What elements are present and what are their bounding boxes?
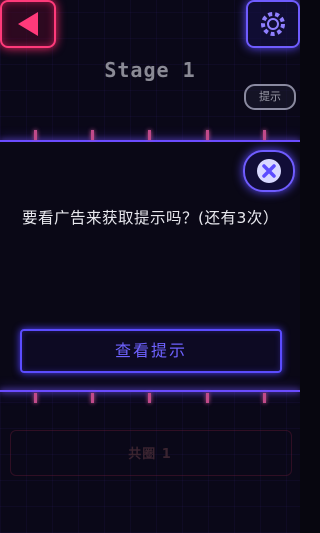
gear-icon [261, 12, 285, 36]
back-button[interactable] [0, 0, 56, 48]
close-icon [257, 159, 281, 183]
tick-mark [263, 393, 266, 403]
bottom-neon-line [0, 390, 300, 392]
tick-mark [91, 130, 94, 140]
tick-mark [206, 393, 209, 403]
tick-mark [148, 130, 151, 140]
bottom-label: 共圈 1 [128, 447, 172, 462]
tick-mark [91, 393, 94, 403]
tick-mark [263, 130, 266, 140]
watch-hint-button[interactable]: 查看提示 [20, 329, 282, 373]
tick-mark [206, 130, 209, 140]
hint-button[interactable]: 提示 [244, 84, 296, 110]
hint-dialog: 要看广告来获取提示吗？(还有3次） 查看提示 [0, 142, 300, 390]
tick-mark [34, 393, 37, 403]
game-screen: Stage 1 提示 要看广告来获取提示吗？(还有3次） 查看提示 共圈 1 [0, 0, 300, 533]
back-arrow-icon [18, 12, 38, 36]
dialog-prompt: 要看广告来获取提示吗？(还有3次） [22, 209, 279, 227]
tick-mark [148, 393, 151, 403]
close-button[interactable] [243, 150, 295, 192]
settings-button[interactable] [246, 0, 300, 48]
tick-mark [34, 130, 37, 140]
stage-title: Stage 1 [104, 58, 196, 82]
